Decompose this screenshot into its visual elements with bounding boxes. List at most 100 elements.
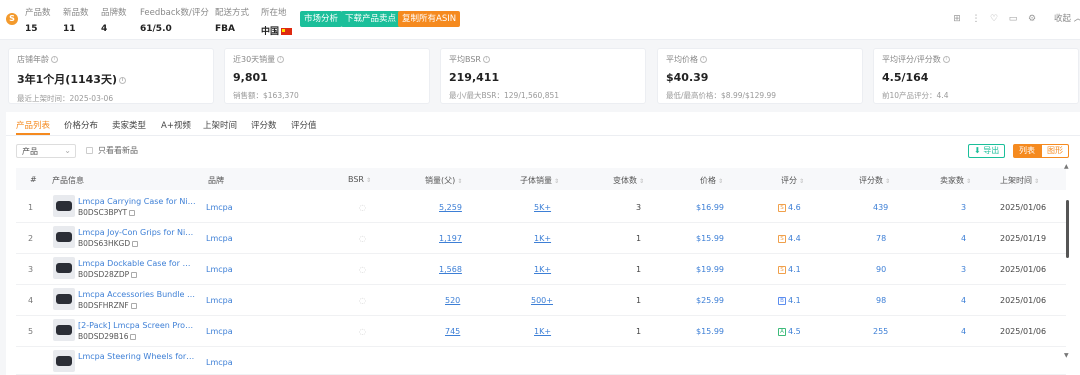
col-bsr[interactable]: BSR ⇕ xyxy=(348,175,371,184)
rating-badge-icon: B xyxy=(778,296,786,305)
product-thumbnail[interactable] xyxy=(53,226,75,248)
product-title-link[interactable]: Lmcpa Accessories Bundle for ... xyxy=(78,290,196,299)
product-thumbnail[interactable] xyxy=(53,288,75,310)
card-title-text: 平均BSR xyxy=(449,55,481,64)
stat-value: FBA xyxy=(215,24,235,34)
col-child-sales[interactable]: 子体销量 ⇕ xyxy=(520,175,559,186)
table-row[interactable]: 2 Lmcpa Joy-Con Grips for Ninte... B0DS6… xyxy=(16,223,1066,254)
sales-link[interactable]: 745 xyxy=(445,327,460,336)
card-title: 平均评分/评分数 i xyxy=(882,54,1070,65)
table-scrollbar[interactable] xyxy=(1066,200,1069,258)
tab-product-list[interactable]: 产品列表 xyxy=(16,119,51,135)
table-row[interactable]: 4 Lmcpa Accessories Bundle for ... B0DSF… xyxy=(16,285,1066,316)
info-icon[interactable]: i xyxy=(942,56,950,63)
copy-icon[interactable] xyxy=(130,334,137,340)
product-title-link[interactable]: Lmcpa Dockable Case for Nint... xyxy=(78,259,196,268)
copy-icon[interactable] xyxy=(130,303,137,309)
product-title-link[interactable]: Lmcpa Steering Wheels for Nin... xyxy=(78,352,196,361)
stat-label: 产品数 xyxy=(25,8,51,18)
child-sales-link[interactable]: 1K+ xyxy=(534,327,551,336)
copy-icon[interactable] xyxy=(131,272,138,278)
col-listed[interactable]: 上架时间 ⇕ xyxy=(1000,175,1039,186)
child-sales-link[interactable]: 1K+ xyxy=(534,265,551,274)
sales-link[interactable]: 1,197 xyxy=(439,234,462,243)
col-rating-count[interactable]: 评分数 ⇕ xyxy=(859,175,890,186)
info-icon[interactable]: i xyxy=(482,56,490,63)
sales-link[interactable]: 520 xyxy=(445,296,460,305)
info-icon[interactable]: i xyxy=(118,76,126,84)
tab-listing-time[interactable]: 上架时间 xyxy=(203,119,237,131)
col-variants[interactable]: 变体数 ⇕ xyxy=(613,175,644,186)
export-button[interactable]: ⬇ 导出 xyxy=(968,144,1006,158)
scroll-up-icon[interactable]: ▲ xyxy=(1064,163,1069,170)
child-sales-link[interactable]: 1K+ xyxy=(534,234,551,243)
product-thumbnail[interactable] xyxy=(53,257,75,279)
child-sales-link[interactable]: 500+ xyxy=(531,296,553,305)
more-vertical-icon[interactable]: ⋮ xyxy=(970,13,982,25)
market-analysis-button[interactable]: 市场分析 xyxy=(300,11,343,27)
card-sub: 销售额：$163,370 xyxy=(233,91,299,100)
sellers: 3 xyxy=(961,203,967,212)
monitor-icon[interactable]: ▭ xyxy=(1007,13,1019,25)
heart-icon[interactable]: ♡ xyxy=(988,13,1000,25)
col-rating[interactable]: 评分 ⇕ xyxy=(781,175,804,186)
sellers: 4 xyxy=(961,234,967,243)
col-sales[interactable]: 销量(父) ⇕ xyxy=(425,175,462,186)
product-thumbnail[interactable] xyxy=(53,319,75,341)
only-new-checkbox[interactable] xyxy=(86,147,93,154)
view-list-button[interactable]: 列表 xyxy=(1013,144,1041,158)
brand-link[interactable]: Lmcpa xyxy=(206,234,233,243)
child-sales-link[interactable]: 5K+ xyxy=(534,203,551,212)
settings-icon[interactable]: ⚙ xyxy=(1026,13,1038,25)
brand-link[interactable]: Lmcpa xyxy=(206,265,233,274)
download-selling-points-button[interactable]: 下载产品卖点 xyxy=(341,11,401,27)
copy-icon[interactable] xyxy=(132,241,139,247)
card-value: 9,801 xyxy=(233,71,268,84)
tab-price-distribution[interactable]: 价格分布 xyxy=(64,119,98,131)
sort-icon: ⇕ xyxy=(1034,178,1040,185)
product-title-link[interactable]: [2-Pack] Lmcpa Screen Protect... xyxy=(78,321,196,330)
copy-all-asin-button[interactable]: 复制所有ASIN xyxy=(398,11,461,27)
brand-link[interactable]: Lmcpa xyxy=(206,296,233,305)
info-icon[interactable]: i xyxy=(700,56,707,63)
table-row[interactable]: 5 [2-Pack] Lmcpa Screen Protect... B0DSD… xyxy=(16,316,1066,347)
table-row[interactable]: Lmcpa Steering Wheels for Nin... Lmcpa xyxy=(16,347,1066,375)
variants: 1 xyxy=(636,327,642,336)
tab-a-plus-video[interactable]: A+视频 xyxy=(161,119,191,131)
rating-count: 439 xyxy=(873,203,889,212)
collapse-button[interactable]: 收起 ︿ xyxy=(1054,12,1080,24)
card-sub: 最近上架时间：2025-03-06 xyxy=(17,94,114,103)
card-sub: 最小/最大BSR：129/1,560,851 xyxy=(449,91,560,100)
brand-link[interactable]: Lmcpa xyxy=(206,203,233,212)
product-thumbnail[interactable] xyxy=(53,350,75,372)
product-type-select[interactable]: 产品 ⌄ xyxy=(16,144,76,158)
product-title-link[interactable]: Lmcpa Carrying Case for Ninte... xyxy=(78,197,196,206)
copy-icon[interactable] xyxy=(129,210,136,216)
listed-date: 2025/01/06 xyxy=(1000,327,1047,336)
info-icon[interactable]: i xyxy=(277,56,285,63)
product-thumbnail[interactable] xyxy=(53,195,75,217)
tab-rating-count[interactable]: 评分数 xyxy=(251,119,277,131)
table-row[interactable]: 3 Lmcpa Dockable Case for Nint... B0DSD2… xyxy=(16,254,1066,285)
sales-link[interactable]: 1,568 xyxy=(439,265,462,274)
product-title-link[interactable]: Lmcpa Joy-Con Grips for Ninte... xyxy=(78,228,196,237)
col-price[interactable]: 价格 ⇕ xyxy=(700,175,723,186)
brand-link[interactable]: Lmcpa xyxy=(206,327,233,336)
variants: 1 xyxy=(636,265,642,274)
card-sub: 最低/最高价格：$8.99/$129.99 xyxy=(666,91,777,100)
tab-rating-value[interactable]: 评分值 xyxy=(291,119,317,131)
col-sellers[interactable]: 卖家数 ⇕ xyxy=(940,175,971,186)
info-icon[interactable]: i xyxy=(51,56,58,63)
grid-icon[interactable]: ⊞ xyxy=(951,13,963,25)
brand-link[interactable]: Lmcpa xyxy=(206,358,233,367)
scroll-down-icon[interactable]: ▼ xyxy=(1064,352,1069,359)
chevron-down-icon: ⌄ xyxy=(64,146,71,155)
table-row[interactable]: 1 Lmcpa Carrying Case for Ninte... B0DSC… xyxy=(16,192,1066,223)
col-brand: 品牌 xyxy=(208,176,224,185)
listed-date: 2025/01/06 xyxy=(1000,265,1047,274)
row-index: 4 xyxy=(28,296,34,305)
stat-feedback: Feedback数/评分 61/5.0 xyxy=(140,6,209,34)
tab-seller-type[interactable]: 卖家类型 xyxy=(112,119,146,131)
sales-link[interactable]: 5,259 xyxy=(439,203,462,212)
view-chart-button[interactable]: 图形 xyxy=(1041,144,1069,158)
